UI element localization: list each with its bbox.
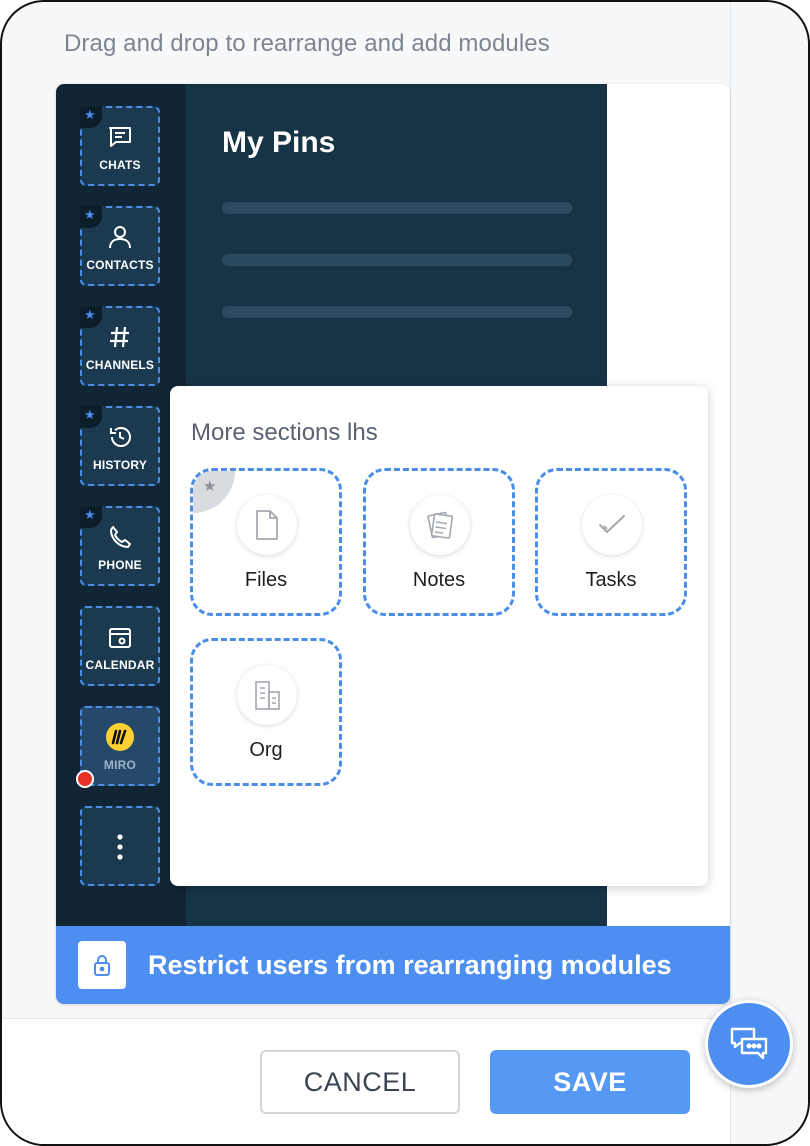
phone-icon bbox=[82, 522, 158, 552]
building-icon bbox=[237, 665, 297, 725]
check-icon bbox=[582, 495, 642, 555]
tile-label: Org bbox=[249, 739, 283, 761]
more-sections-card: More sections lhs ★ Files Notes Tasks Or… bbox=[170, 386, 708, 886]
support-chat-button[interactable] bbox=[705, 1000, 793, 1088]
instruction-text: Drag and drop to rearrange and add modul… bbox=[64, 30, 550, 57]
tile-label: Files bbox=[244, 569, 288, 591]
restrict-rearranging-toggle[interactable]: Restrict users from rearranging modules bbox=[56, 926, 730, 1004]
module-calendar[interactable]: CALENDAR bbox=[80, 606, 160, 686]
placeholder-bar bbox=[222, 202, 572, 214]
more-sections-title: More sections lhs bbox=[191, 419, 378, 446]
more-vertical-icon bbox=[82, 832, 158, 862]
miro-logo-icon bbox=[82, 722, 158, 752]
save-button[interactable]: SAVE bbox=[490, 1050, 690, 1114]
notes-icon bbox=[410, 495, 470, 555]
placeholder-bar bbox=[222, 306, 572, 318]
module-more[interactable] bbox=[80, 806, 160, 886]
lock-icon[interactable] bbox=[78, 941, 126, 989]
restrict-label: Restrict users from rearranging modules bbox=[148, 950, 672, 980]
scroll-track bbox=[730, 2, 731, 1144]
module-contacts[interactable]: ★ CONTACTS bbox=[80, 206, 160, 286]
app-frame: Drag and drop to rearrange and add modul… bbox=[0, 0, 810, 1146]
chat-icon bbox=[82, 122, 158, 152]
module-label: HISTORY bbox=[92, 458, 148, 472]
module-label: PHONE bbox=[98, 558, 142, 572]
history-icon bbox=[82, 422, 158, 452]
file-icon bbox=[237, 495, 297, 555]
module-chats[interactable]: ★ CHATS bbox=[80, 106, 160, 186]
module-rail: ★ CHATS ★ CONTACTS ★ CHANNELS ★ HISTORY … bbox=[56, 84, 186, 926]
module-label: CALENDAR bbox=[85, 658, 155, 672]
module-phone[interactable]: ★ PHONE bbox=[80, 506, 160, 586]
module-history[interactable]: ★ HISTORY bbox=[80, 406, 160, 486]
calendar-icon bbox=[82, 622, 158, 652]
placeholder-bar bbox=[222, 254, 572, 266]
module-label: CHATS bbox=[99, 158, 141, 172]
module-channels[interactable]: ★ CHANNELS bbox=[80, 306, 160, 386]
layout-preview: ★ CHATS ★ CONTACTS ★ CHANNELS ★ HISTORY … bbox=[56, 84, 730, 1004]
cancel-button[interactable]: CANCEL bbox=[260, 1050, 460, 1114]
module-label: MIRO bbox=[103, 758, 137, 772]
tile-label: Tasks bbox=[585, 569, 637, 591]
module-label: CONTACTS bbox=[86, 258, 154, 272]
module-label: CHANNELS bbox=[85, 358, 155, 372]
section-tile-org[interactable]: Org bbox=[190, 638, 342, 786]
star-icon: ★ bbox=[193, 471, 235, 513]
person-icon bbox=[82, 222, 158, 252]
chat-bubbles-icon bbox=[730, 1027, 768, 1060]
pins-title: My Pins bbox=[222, 126, 336, 159]
module-miro[interactable]: MIRO bbox=[76, 706, 160, 788]
section-tile-files[interactable]: ★ Files bbox=[190, 468, 342, 616]
hash-icon bbox=[82, 322, 158, 352]
notification-dot bbox=[76, 770, 94, 788]
section-tile-tasks[interactable]: Tasks bbox=[535, 468, 687, 616]
tile-label: Notes bbox=[412, 569, 466, 591]
section-tile-notes[interactable]: Notes bbox=[363, 468, 515, 616]
